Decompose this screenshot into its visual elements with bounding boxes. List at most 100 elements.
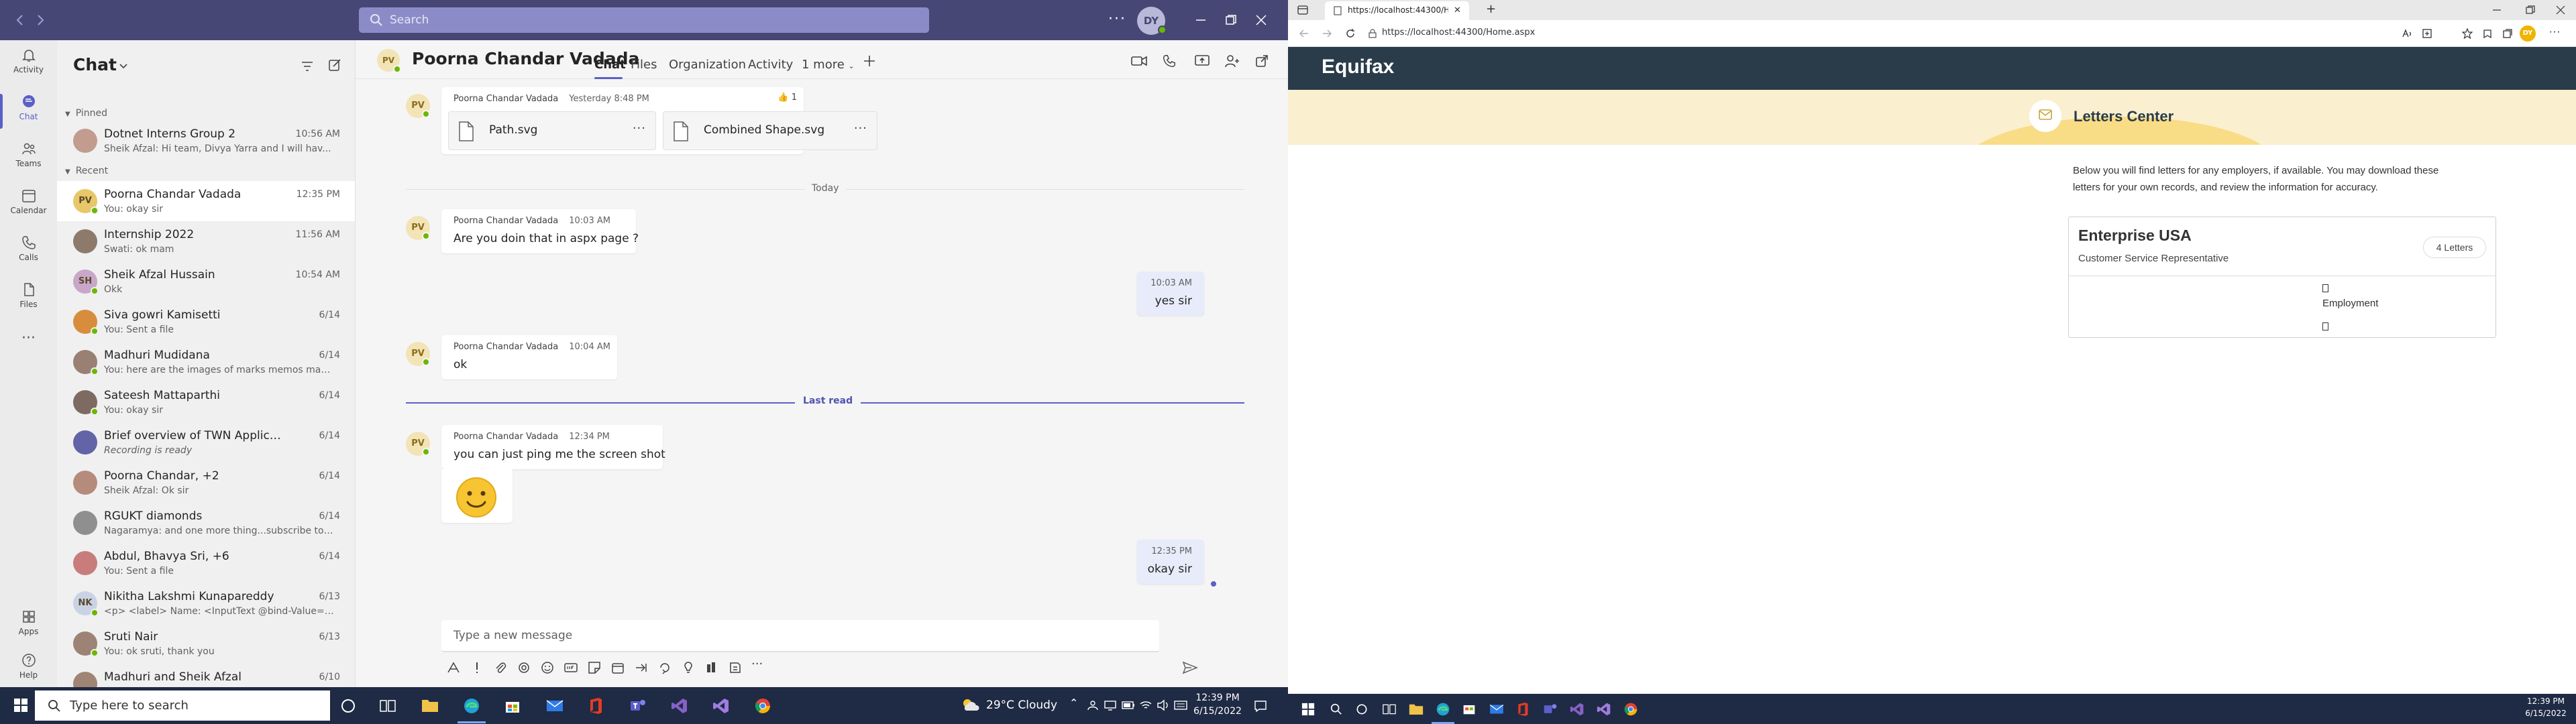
keyboard-icon[interactable] (1174, 699, 1187, 711)
letters-count-badge[interactable]: 4 Letters (2423, 237, 2486, 258)
chevron-down-icon[interactable] (119, 63, 128, 70)
visual-studio-icon[interactable] (671, 697, 688, 715)
pinned-section-header[interactable]: ▼ Pinned (65, 108, 107, 119)
restore-icon[interactable] (1224, 13, 1238, 27)
tab-more[interactable]: 1 more ⌄ (802, 58, 855, 72)
windows-start-icon[interactable] (13, 698, 28, 713)
profile-avatar[interactable]: DY (2520, 25, 2536, 42)
close-icon[interactable] (2556, 5, 2565, 15)
lock-icon[interactable] (1368, 29, 1377, 38)
letter-category[interactable]: Employment (2322, 298, 2378, 309)
windows-start-icon[interactable] (1301, 703, 1315, 716)
cortana-icon[interactable] (1355, 703, 1368, 716)
settings-more-icon[interactable]: ··· (2549, 26, 2561, 38)
filter-icon[interactable] (300, 59, 315, 74)
tab-actions-icon[interactable] (1297, 5, 1308, 15)
favorites-icon[interactable] (2462, 28, 2473, 39)
minimize-icon[interactable] (1194, 13, 1208, 27)
store-icon[interactable] (1462, 702, 1476, 715)
visual-studio-icon[interactable] (712, 697, 730, 715)
file-card[interactable]: Path.svg ··· (448, 111, 656, 150)
chrome-icon[interactable] (1623, 702, 1638, 717)
file-explorer-icon[interactable] (421, 698, 439, 713)
rail-item-calls[interactable]: Calls (0, 229, 57, 276)
chat-list-item[interactable]: Siva gowri Kamisetti You: Sent a file 6/14 (57, 302, 355, 342)
loop-component-icon[interactable] (657, 660, 672, 675)
wifi-icon[interactable] (1139, 699, 1152, 711)
file-explorer-icon[interactable] (1409, 703, 1424, 715)
app-available-icon[interactable] (2422, 28, 2432, 39)
minimize-icon[interactable] (2492, 6, 2502, 14)
my-message-bubble[interactable]: 10:03 AM yes sir (1137, 272, 1204, 316)
chat-list-item[interactable]: RGUKT diamonds Nagaramya: and one more th… (57, 503, 355, 543)
office-icon[interactable] (588, 697, 604, 715)
restore-icon[interactable] (2526, 5, 2535, 15)
chat-list-item[interactable]: Internship 2022 Swati: ok mam 11:56 AM (57, 221, 355, 261)
forward-arrow-icon[interactable] (1322, 28, 1332, 39)
volume-icon[interactable] (1157, 699, 1170, 711)
tab-files[interactable]: Files (631, 58, 657, 72)
clock-date[interactable]: 6/15/2022 (1191, 706, 1244, 717)
message-bubble[interactable]: Poorna Chandar Vadada 10:04 AM ok (441, 335, 617, 379)
office-icon[interactable] (1516, 702, 1529, 717)
mail-icon[interactable] (1489, 703, 1504, 715)
loop-icon[interactable] (517, 660, 531, 675)
add-tab-icon[interactable] (862, 54, 877, 68)
close-tab-icon[interactable]: ✕ (1454, 5, 1461, 15)
new-chat-icon[interactable] (327, 58, 342, 72)
rail-item-teams[interactable]: Teams (0, 135, 57, 182)
rail-item-help[interactable]: Help (0, 647, 57, 687)
clock-time[interactable]: 12:39 PM (2522, 697, 2569, 706)
message-compose-input[interactable]: Type a new message (441, 620, 1159, 652)
message-bubble[interactable]: Poorna Chandar Vadada 10:03 AM Are you do… (441, 209, 639, 253)
teams-app-icon[interactable] (629, 697, 647, 715)
recent-section-header[interactable]: ▼ Recent (65, 166, 108, 176)
emoji-message-bubble[interactable] (441, 469, 513, 523)
chat-list-item[interactable]: SH Sheik Afzal Hussain Okk 10:54 AM (57, 261, 355, 302)
browser-tab[interactable]: https://localhost:44300/Home.as ✕ (1325, 1, 1469, 20)
sticker-icon[interactable] (587, 660, 602, 675)
rail-item-files[interactable]: Files (0, 276, 57, 323)
tab-chat[interactable]: Chat (594, 58, 626, 72)
chat-list-item[interactable]: Poorna Chandar, +2 Sheik Afzal: Ok sir 6/1… (57, 463, 355, 503)
pop-out-icon[interactable] (1254, 54, 1269, 68)
back-arrow-icon[interactable] (12, 12, 28, 28)
notification-icon[interactable] (1253, 699, 1268, 713)
address-bar[interactable]: https://localhost:44300/Home.aspx (1382, 27, 1535, 38)
rail-item-apps[interactable]: Apps (0, 603, 57, 650)
chevron-up-icon[interactable]: ⌃ (1069, 697, 1078, 709)
format-icon[interactable] (446, 660, 461, 675)
store-icon[interactable] (504, 698, 521, 714)
video-call-icon[interactable] (1130, 54, 1148, 68)
reload-icon[interactable] (1345, 28, 1356, 39)
chat-list-item[interactable]: Madhuri and Sheik Afzal 6/10 (57, 664, 355, 687)
settings-more-button[interactable]: ··· (1108, 11, 1126, 27)
audio-call-icon[interactable] (1162, 54, 1177, 68)
clock-time[interactable]: 12:39 PM (1194, 692, 1241, 703)
attach-icon[interactable] (493, 660, 508, 675)
chat-list-item[interactable]: PV Poorna Chandar Vadada You: okay sir 12:3… (57, 181, 355, 221)
favorites-bar-icon[interactable] (2482, 28, 2493, 39)
task-view-icon[interactable] (1382, 703, 1397, 716)
weather-cloudy-icon[interactable] (961, 697, 981, 713)
gif-icon[interactable] (564, 660, 578, 675)
search-input[interactable]: Search (359, 7, 929, 33)
reaction-badge[interactable]: 👍 1 (777, 93, 797, 103)
people-tray-icon[interactable] (1087, 700, 1099, 711)
meet-now-icon[interactable] (610, 660, 625, 675)
back-arrow-icon[interactable] (1299, 28, 1309, 39)
chrome-icon[interactable] (754, 697, 771, 715)
chat-list-item[interactable]: Abdul, Bhavya Sri, +6 You: Sent a file 6/1… (57, 543, 355, 583)
rail-item-activity[interactable]: Activity (0, 42, 57, 88)
chat-list-item[interactable]: Madhuri Mudidana You: here are the images… (57, 342, 355, 382)
site-brand-logo[interactable]: Equifax (1322, 56, 1394, 78)
emoji-icon[interactable] (540, 660, 555, 675)
visual-studio-icon[interactable] (1570, 702, 1585, 717)
read-aloud-icon[interactable] (2402, 28, 2412, 39)
stream-icon[interactable] (728, 660, 743, 675)
taskbar-search-input[interactable]: Type here to search (35, 690, 330, 721)
edge-browser-icon[interactable] (1436, 702, 1450, 717)
search-icon[interactable] (1330, 703, 1343, 716)
send-icon[interactable] (1182, 660, 1198, 675)
task-view-icon[interactable] (379, 698, 396, 714)
